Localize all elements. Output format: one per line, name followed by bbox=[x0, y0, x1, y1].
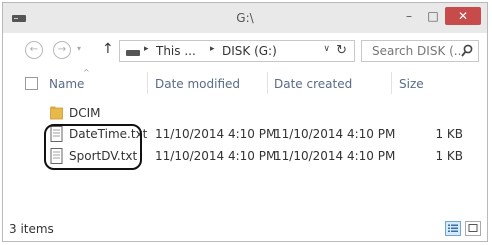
file-name: DateTime.txt bbox=[69, 127, 148, 141]
drive-icon bbox=[126, 50, 140, 56]
file-name: SportDV.txt bbox=[69, 149, 138, 163]
details-view-icon[interactable] bbox=[445, 221, 461, 236]
maximize-button[interactable]: □ bbox=[423, 7, 443, 25]
file-date-modified: 11/10/2014 4:10 PM bbox=[155, 127, 277, 141]
list-item-sportdv-txt[interactable]: SportDV.txt 11/10/2014 4:10 PM 11/10/201… bbox=[3, 146, 487, 166]
explorer-window: G:\ – □ ✕ ← → ▾ ↑ ▸ This ... ▸ DISK (G:)… bbox=[2, 2, 488, 242]
file-date-modified: 11/10/2014 4:10 PM bbox=[155, 149, 277, 163]
chevron-right-icon[interactable]: ▸ bbox=[144, 44, 149, 54]
search-icon[interactable] bbox=[461, 44, 473, 58]
large-icons-view-icon[interactable] bbox=[465, 221, 481, 236]
navigation-toolbar: ← → ▾ ↑ ▸ This ... ▸ DISK (G:) ∨ ↻ Searc… bbox=[3, 35, 487, 65]
breadcrumb-this-pc[interactable]: This ... bbox=[156, 44, 196, 58]
close-button[interactable]: ✕ bbox=[445, 7, 481, 25]
sort-ascending-icon: ^ bbox=[83, 68, 90, 77]
folder-icon bbox=[50, 106, 63, 120]
text-file-icon bbox=[50, 126, 63, 142]
column-header-size[interactable]: Size bbox=[399, 77, 424, 91]
file-size: 1 KB bbox=[435, 127, 463, 141]
forward-button[interactable]: → bbox=[53, 41, 71, 59]
chevron-right-icon[interactable]: ▸ bbox=[210, 44, 215, 54]
column-divider[interactable] bbox=[391, 72, 392, 94]
column-header-name[interactable]: Name bbox=[49, 77, 84, 91]
recent-locations-dropdown-icon[interactable]: ▾ bbox=[77, 44, 81, 53]
text-file-icon bbox=[50, 148, 63, 164]
list-item-datetime-txt[interactable]: DateTime.txt 11/10/2014 4:10 PM 11/10/20… bbox=[3, 124, 487, 144]
column-header-row: ^ Name Date modified Date created Size bbox=[3, 68, 487, 98]
address-bar[interactable]: ▸ This ... ▸ DISK (G:) ∨ ↻ bbox=[119, 40, 355, 62]
column-divider[interactable] bbox=[267, 72, 268, 94]
list-item-dcim[interactable]: DCIM bbox=[3, 103, 487, 123]
file-date-created: 11/10/2014 4:10 PM bbox=[274, 127, 396, 141]
chevron-down-icon[interactable]: ∨ bbox=[323, 44, 330, 54]
file-date-created: 11/10/2014 4:10 PM bbox=[274, 149, 396, 163]
minimize-button[interactable]: – bbox=[399, 7, 419, 25]
column-header-date-modified[interactable]: Date modified bbox=[155, 77, 240, 91]
column-header-date-created[interactable]: Date created bbox=[274, 77, 352, 91]
refresh-icon[interactable]: ↻ bbox=[336, 43, 347, 58]
select-all-checkbox[interactable] bbox=[25, 77, 38, 90]
column-divider[interactable] bbox=[147, 72, 148, 94]
breadcrumb-disk-g[interactable]: DISK (G:) bbox=[222, 44, 277, 58]
search-input[interactable]: Search DISK (... bbox=[372, 44, 465, 58]
search-box[interactable]: Search DISK (... bbox=[361, 40, 479, 62]
item-count: 3 items bbox=[9, 222, 54, 236]
title-bar[interactable]: G:\ – □ ✕ bbox=[3, 3, 487, 33]
up-button[interactable]: ↑ bbox=[102, 41, 114, 57]
back-button[interactable]: ← bbox=[25, 41, 43, 59]
file-size: 1 KB bbox=[435, 149, 463, 163]
file-name: DCIM bbox=[69, 106, 101, 120]
status-bar: 3 items bbox=[3, 217, 487, 241]
